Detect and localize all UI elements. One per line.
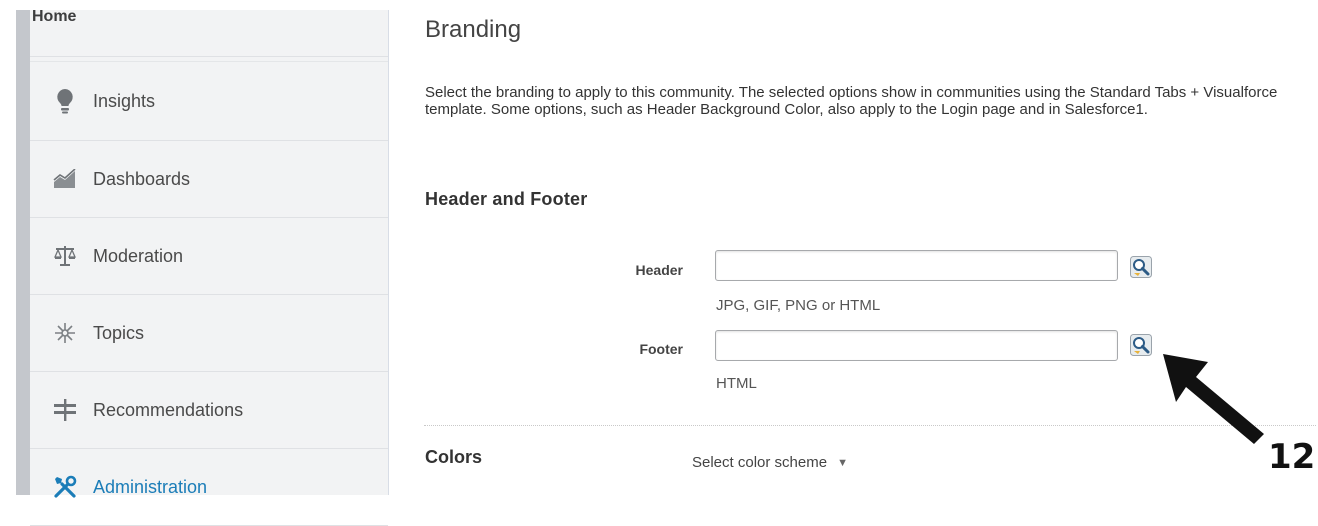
topics-icon xyxy=(52,320,78,346)
lightbulb-icon xyxy=(52,88,78,114)
sidebar-item-topics[interactable]: Topics xyxy=(30,295,388,372)
sidebar-item-label: Topics xyxy=(93,322,145,343)
footer-field-label: Footer xyxy=(639,341,683,357)
header-input[interactable] xyxy=(715,250,1118,281)
footer-input[interactable] xyxy=(715,330,1118,361)
header-field-label: Header xyxy=(635,262,683,278)
footer-hint: HTML xyxy=(716,375,757,392)
sidebar-item-label: Moderation xyxy=(93,245,184,266)
scales-icon xyxy=(52,243,78,269)
header-hint: JPG, GIF, PNG or HTML xyxy=(716,297,881,314)
section-header-header-footer: Header and Footer xyxy=(425,189,588,209)
sidebar-item-label: Insights xyxy=(93,90,156,111)
chevron-down-icon: ▼ xyxy=(837,456,848,469)
header-lookup-icon[interactable] xyxy=(1130,256,1152,278)
sidebar-item-label: Administration xyxy=(93,476,208,497)
sidebar: Home Insights Dashboards Moderation Topi… xyxy=(30,8,389,526)
color-scheme-select-label: Select color scheme xyxy=(692,454,828,471)
sidebar-home-label: Home xyxy=(32,8,77,25)
page-description: Select the branding to apply to this com… xyxy=(425,84,1278,118)
annotation-arrow-icon xyxy=(1163,354,1264,444)
sidebar-item-insights[interactable]: Insights xyxy=(30,61,388,141)
sidebar-item-label: Recommendations xyxy=(93,399,244,420)
sidebar-item-dashboards[interactable]: Dashboards xyxy=(30,141,388,218)
signpost-icon xyxy=(52,397,78,423)
annotation-number: 12 xyxy=(1268,437,1316,477)
colors-label: Colors xyxy=(425,447,483,467)
color-scheme-select[interactable]: Select color scheme ▼ xyxy=(692,454,848,471)
area-chart-icon xyxy=(52,166,78,192)
wrench-screwdriver-icon xyxy=(52,474,78,500)
sidebar-item-administration[interactable]: Administration xyxy=(30,449,388,526)
sidebar-item-recommendations[interactable]: Recommendations xyxy=(30,372,388,449)
page-title: Branding xyxy=(425,16,522,43)
footer-lookup-icon[interactable] xyxy=(1130,334,1152,356)
sidebar-item-label: Dashboards xyxy=(93,168,191,189)
sidebar-gutter xyxy=(16,10,30,495)
sidebar-item-home[interactable]: Home xyxy=(30,8,388,57)
sidebar-item-moderation[interactable]: Moderation xyxy=(30,218,388,295)
